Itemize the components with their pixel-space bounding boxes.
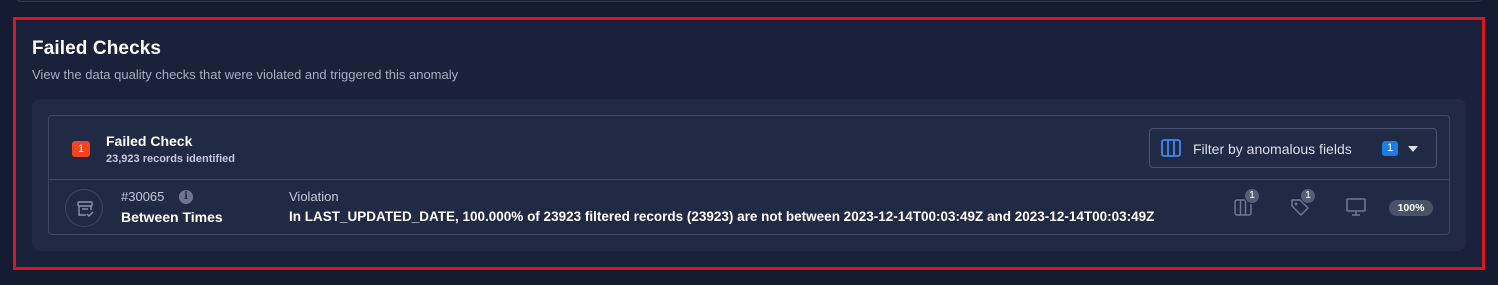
- highlight-frame: [13, 17, 1485, 270]
- page-background: [0, 0, 1498, 14]
- previous-card-edge: [15, 0, 1483, 2]
